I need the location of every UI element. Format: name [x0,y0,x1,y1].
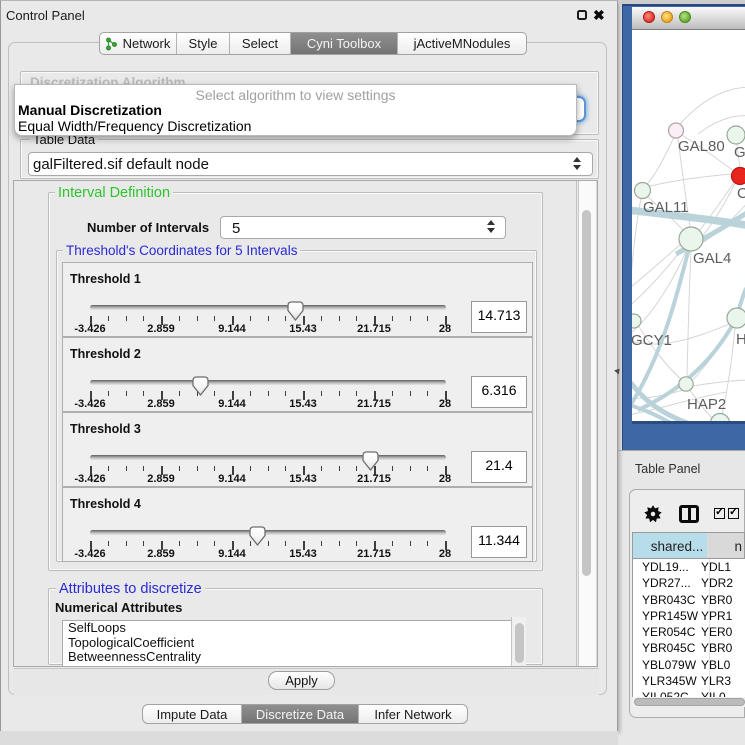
svg-text:GAL11: GAL11 [643,199,689,216]
svg-text:HAP2: HAP2 [687,396,726,413]
svg-text:GAL4: GAL4 [693,250,731,267]
svg-text:GA: GA [734,144,745,161]
svg-text:GAL80: GAL80 [678,138,725,155]
svg-text:GCY1: GCY1 [632,332,672,349]
svg-text:H: H [736,331,745,348]
svg-text:C: C [737,185,745,202]
